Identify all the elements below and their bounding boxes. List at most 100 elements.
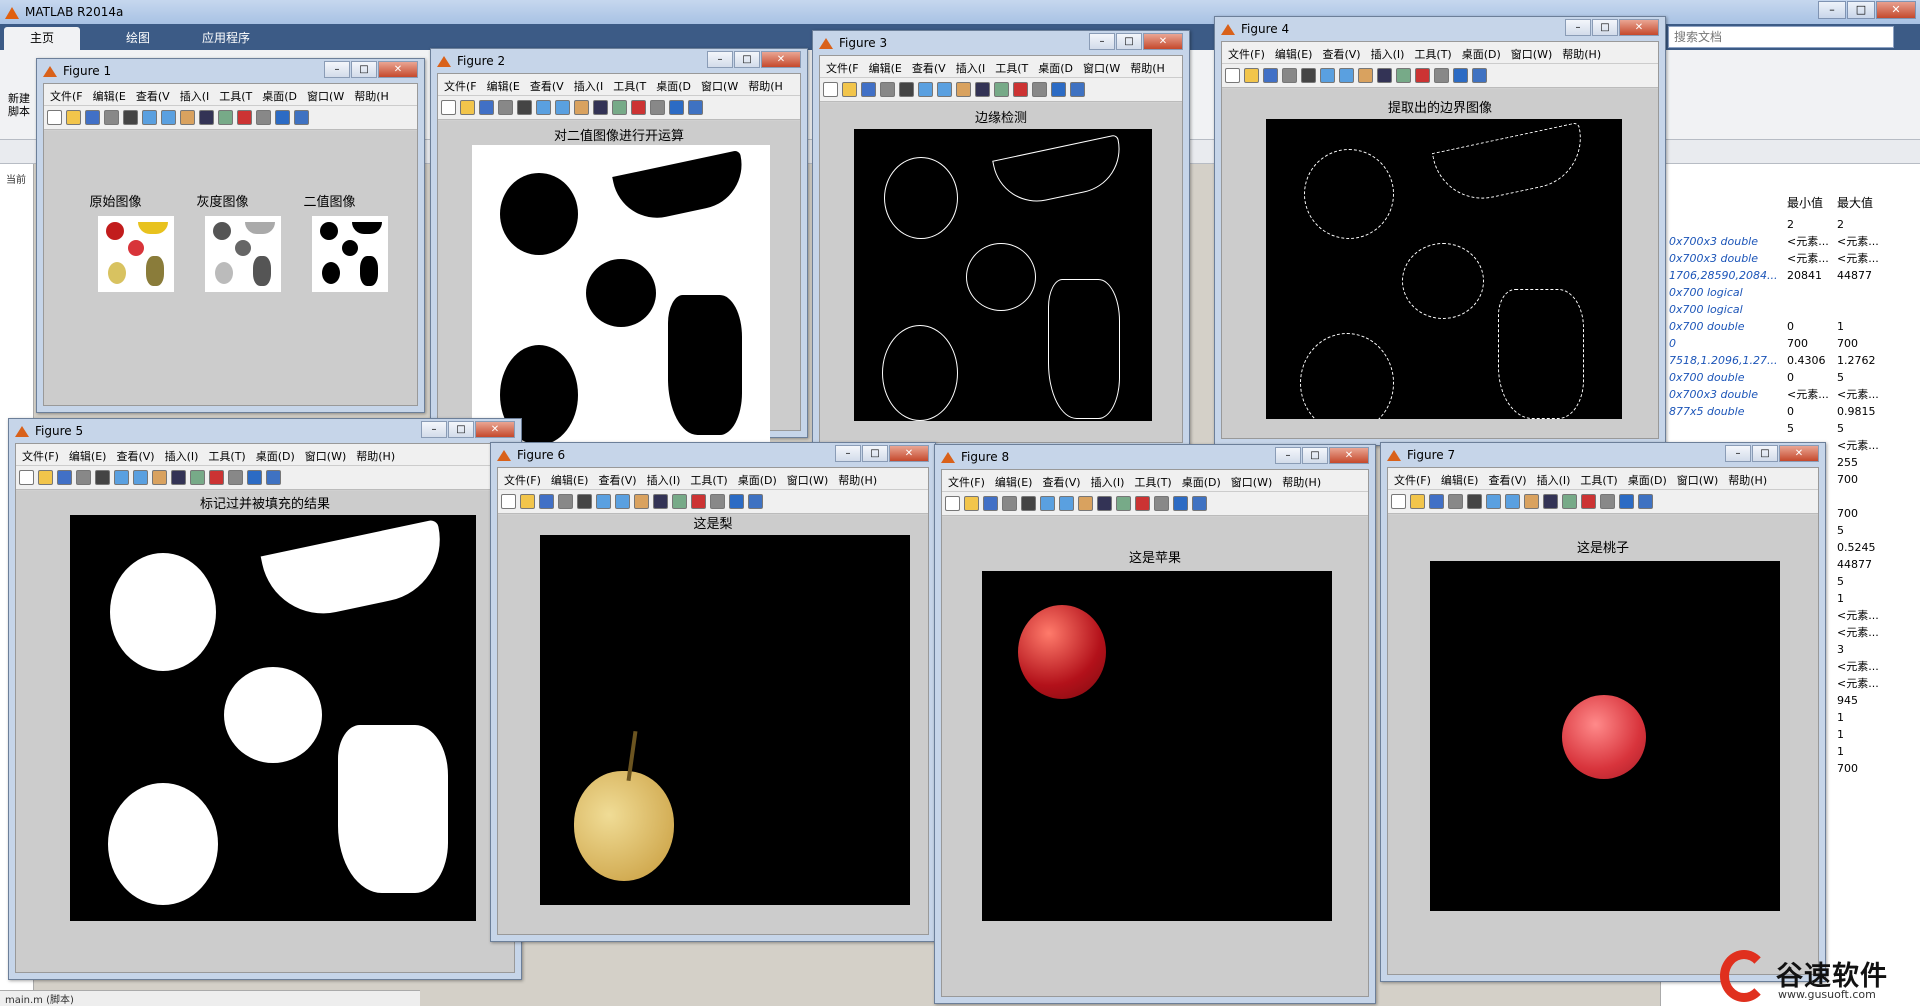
legend-icon[interactable] [1070,82,1085,97]
workspace-row[interactable]: 877x5 double 0 0.9815 [1661,403,1920,420]
link-icon[interactable] [256,110,271,125]
rotate-icon[interactable] [199,110,214,125]
brush-icon[interactable] [237,110,252,125]
menu-item[interactable]: 帮助(H) [1556,42,1605,62]
open-file-icon[interactable] [964,496,979,511]
brush-icon[interactable] [691,494,706,509]
maximize-button[interactable]: □ [448,421,474,438]
menu-item[interactable]: 编辑(E [87,84,130,104]
menu-item[interactable]: 插入(I) [159,444,203,464]
pointer-icon[interactable] [95,470,110,485]
menu-item[interactable]: 编辑(E) [1269,42,1317,62]
link-icon[interactable] [1154,496,1169,511]
legend-icon[interactable] [748,494,763,509]
menu-item[interactable]: 窗口(W) [1505,42,1556,62]
menu-item[interactable]: 编辑(E [863,56,906,76]
data-cursor-icon[interactable] [612,100,627,115]
print-icon[interactable] [880,82,895,97]
save-icon[interactable] [57,470,72,485]
save-icon[interactable] [1429,494,1444,509]
new-file-icon[interactable] [1391,494,1406,509]
zoom-out-icon[interactable] [937,82,952,97]
brush-icon[interactable] [1013,82,1028,97]
pan-icon[interactable] [1358,68,1373,83]
minimize-button[interactable]: – [1725,445,1751,462]
maximize-button[interactable]: □ [1592,19,1618,36]
new-file-icon[interactable] [823,82,838,97]
menu-item[interactable]: 帮助(H [742,74,787,94]
pan-icon[interactable] [1078,496,1093,511]
print-icon[interactable] [498,100,513,115]
menu-item[interactable]: 桌面(D [650,74,695,94]
tab-apps[interactable]: 应用程序 [176,27,276,50]
data-cursor-icon[interactable] [1116,496,1131,511]
print-icon[interactable] [558,494,573,509]
workspace-row[interactable]: 0x700 double 0 1 [1661,318,1920,335]
open-file-icon[interactable] [1244,68,1259,83]
editor-file-tab[interactable]: main.m (脚本) [0,990,420,1006]
menu-item[interactable]: 文件(F [820,56,863,76]
new-file-icon[interactable] [501,494,516,509]
close-button[interactable]: ✕ [1329,447,1369,464]
open-file-icon[interactable] [1410,494,1425,509]
maximize-button[interactable]: □ [734,51,760,68]
new-file-icon[interactable] [945,496,960,511]
menu-item[interactable]: 编辑(E) [545,468,593,488]
rotate-icon[interactable] [1543,494,1558,509]
menu-item[interactable]: 插入(I) [1365,42,1409,62]
workspace-row[interactable]: 22 [1661,216,1920,233]
zoom-out-icon[interactable] [555,100,570,115]
menu-item[interactable]: 文件(F) [942,470,989,490]
close-button[interactable]: ✕ [889,445,929,462]
maximize-button[interactable]: □ [1847,1,1875,19]
new-file-icon[interactable] [441,100,456,115]
close-button[interactable]: ✕ [1779,445,1819,462]
menu-item[interactable]: 桌面(D [256,84,301,104]
minimize-button[interactable]: – [707,51,733,68]
menu-item[interactable]: 查看(V) [592,468,640,488]
colorbar-icon[interactable] [1619,494,1634,509]
workspace-row[interactable]: 0x700x3 double <元素... <元素... [1661,386,1920,403]
menu-item[interactable]: 窗口(W [1077,56,1124,76]
colorbar-icon[interactable] [1173,496,1188,511]
link-icon[interactable] [1600,494,1615,509]
brush-icon[interactable] [209,470,224,485]
minimize-button[interactable]: – [324,61,350,78]
zoom-in-icon[interactable] [114,470,129,485]
save-icon[interactable] [861,82,876,97]
brush-icon[interactable] [631,100,646,115]
close-button[interactable]: ✕ [1619,19,1659,36]
open-file-icon[interactable] [38,470,53,485]
workspace-row[interactable]: 0x700 logical [1661,284,1920,301]
save-icon[interactable] [479,100,494,115]
open-file-icon[interactable] [460,100,475,115]
save-icon[interactable] [539,494,554,509]
pointer-icon[interactable] [899,82,914,97]
rotate-icon[interactable] [653,494,668,509]
menu-item[interactable]: 插入(I) [1085,470,1129,490]
rotate-icon[interactable] [171,470,186,485]
menu-item[interactable]: 文件(F) [16,444,63,464]
maximize-button[interactable]: □ [1752,445,1778,462]
menu-item[interactable]: 帮助(H) [1722,468,1771,488]
rotate-icon[interactable] [975,82,990,97]
legend-icon[interactable] [1192,496,1207,511]
workspace-row[interactable]: 0x700 double 0 5 [1661,369,1920,386]
figure-window-8[interactable]: Figure 8 – □ ✕ 文件(F) 编辑(E) 查看(V) 插入(I) 工具(T) 桌面… [934,444,1376,1004]
zoom-in-icon[interactable] [1320,68,1335,83]
figure-window-5[interactable]: Figure 5 – □ ✕ 文件(F) 编辑(E) 查看(V) 插入(I) 工具(T) 桌面… [8,418,522,980]
maximize-button[interactable]: □ [351,61,377,78]
link-icon[interactable] [1032,82,1047,97]
menu-item[interactable]: 编辑(E [481,74,524,94]
data-cursor-icon[interactable] [1562,494,1577,509]
menu-item[interactable]: 窗口(W [695,74,742,94]
maximize-button[interactable]: □ [1116,33,1142,50]
zoom-in-icon[interactable] [536,100,551,115]
colorbar-icon[interactable] [669,100,684,115]
legend-icon[interactable] [1472,68,1487,83]
close-button[interactable]: ✕ [378,61,418,78]
zoom-out-icon[interactable] [133,470,148,485]
link-icon[interactable] [228,470,243,485]
menu-item[interactable]: 文件(F [44,84,87,104]
new-file-icon[interactable] [47,110,62,125]
